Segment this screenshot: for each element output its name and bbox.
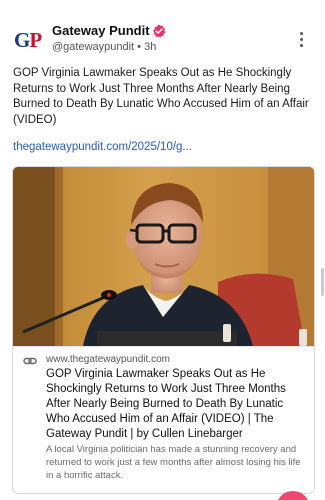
post-header: GP Gateway Pundit @gatewaypundit • 3h [14,22,311,58]
link-preview-card[interactable]: www.thegatewaypundit.com GOP Virginia La… [12,166,315,494]
post-link[interactable]: thegatewaypundit.com/2025/10/g... [13,141,313,153]
verified-badge-icon [153,24,166,38]
link-icon [23,357,37,365]
more-vertical-icon [300,32,303,35]
link-preview-title[interactable]: GOP Virginia Lawmaker Speaks Out as He S… [46,367,308,442]
link-preview-domain: www.thegatewaypundit.com [46,354,170,365]
link-preview-description: A local Virginia politician has made a s… [46,444,301,481]
post-time: 3h [144,41,157,53]
author-handle-line: @gatewaypundit • 3h [52,41,156,53]
post-text: GOP Virginia Lawmaker Speaks Out as He S… [13,67,309,126]
separator: • [137,41,142,53]
more-options-button[interactable] [297,30,307,50]
photo-man-glasses-speaking-microphone [13,167,314,346]
social-post: GP Gateway Pundit @gatewaypundit • 3h GO… [0,0,325,500]
author-name[interactable]: Gateway Pundit [52,23,150,38]
link-preview-body: www.thegatewaypundit.com GOP Virginia La… [13,346,314,493]
link-preview-image[interactable] [13,167,314,346]
author-handle: @gatewaypundit [52,41,135,53]
gateway-pundit-logo: GP [14,28,42,52]
avatar[interactable]: GP [14,26,42,54]
scrollbar[interactable] [321,268,324,296]
